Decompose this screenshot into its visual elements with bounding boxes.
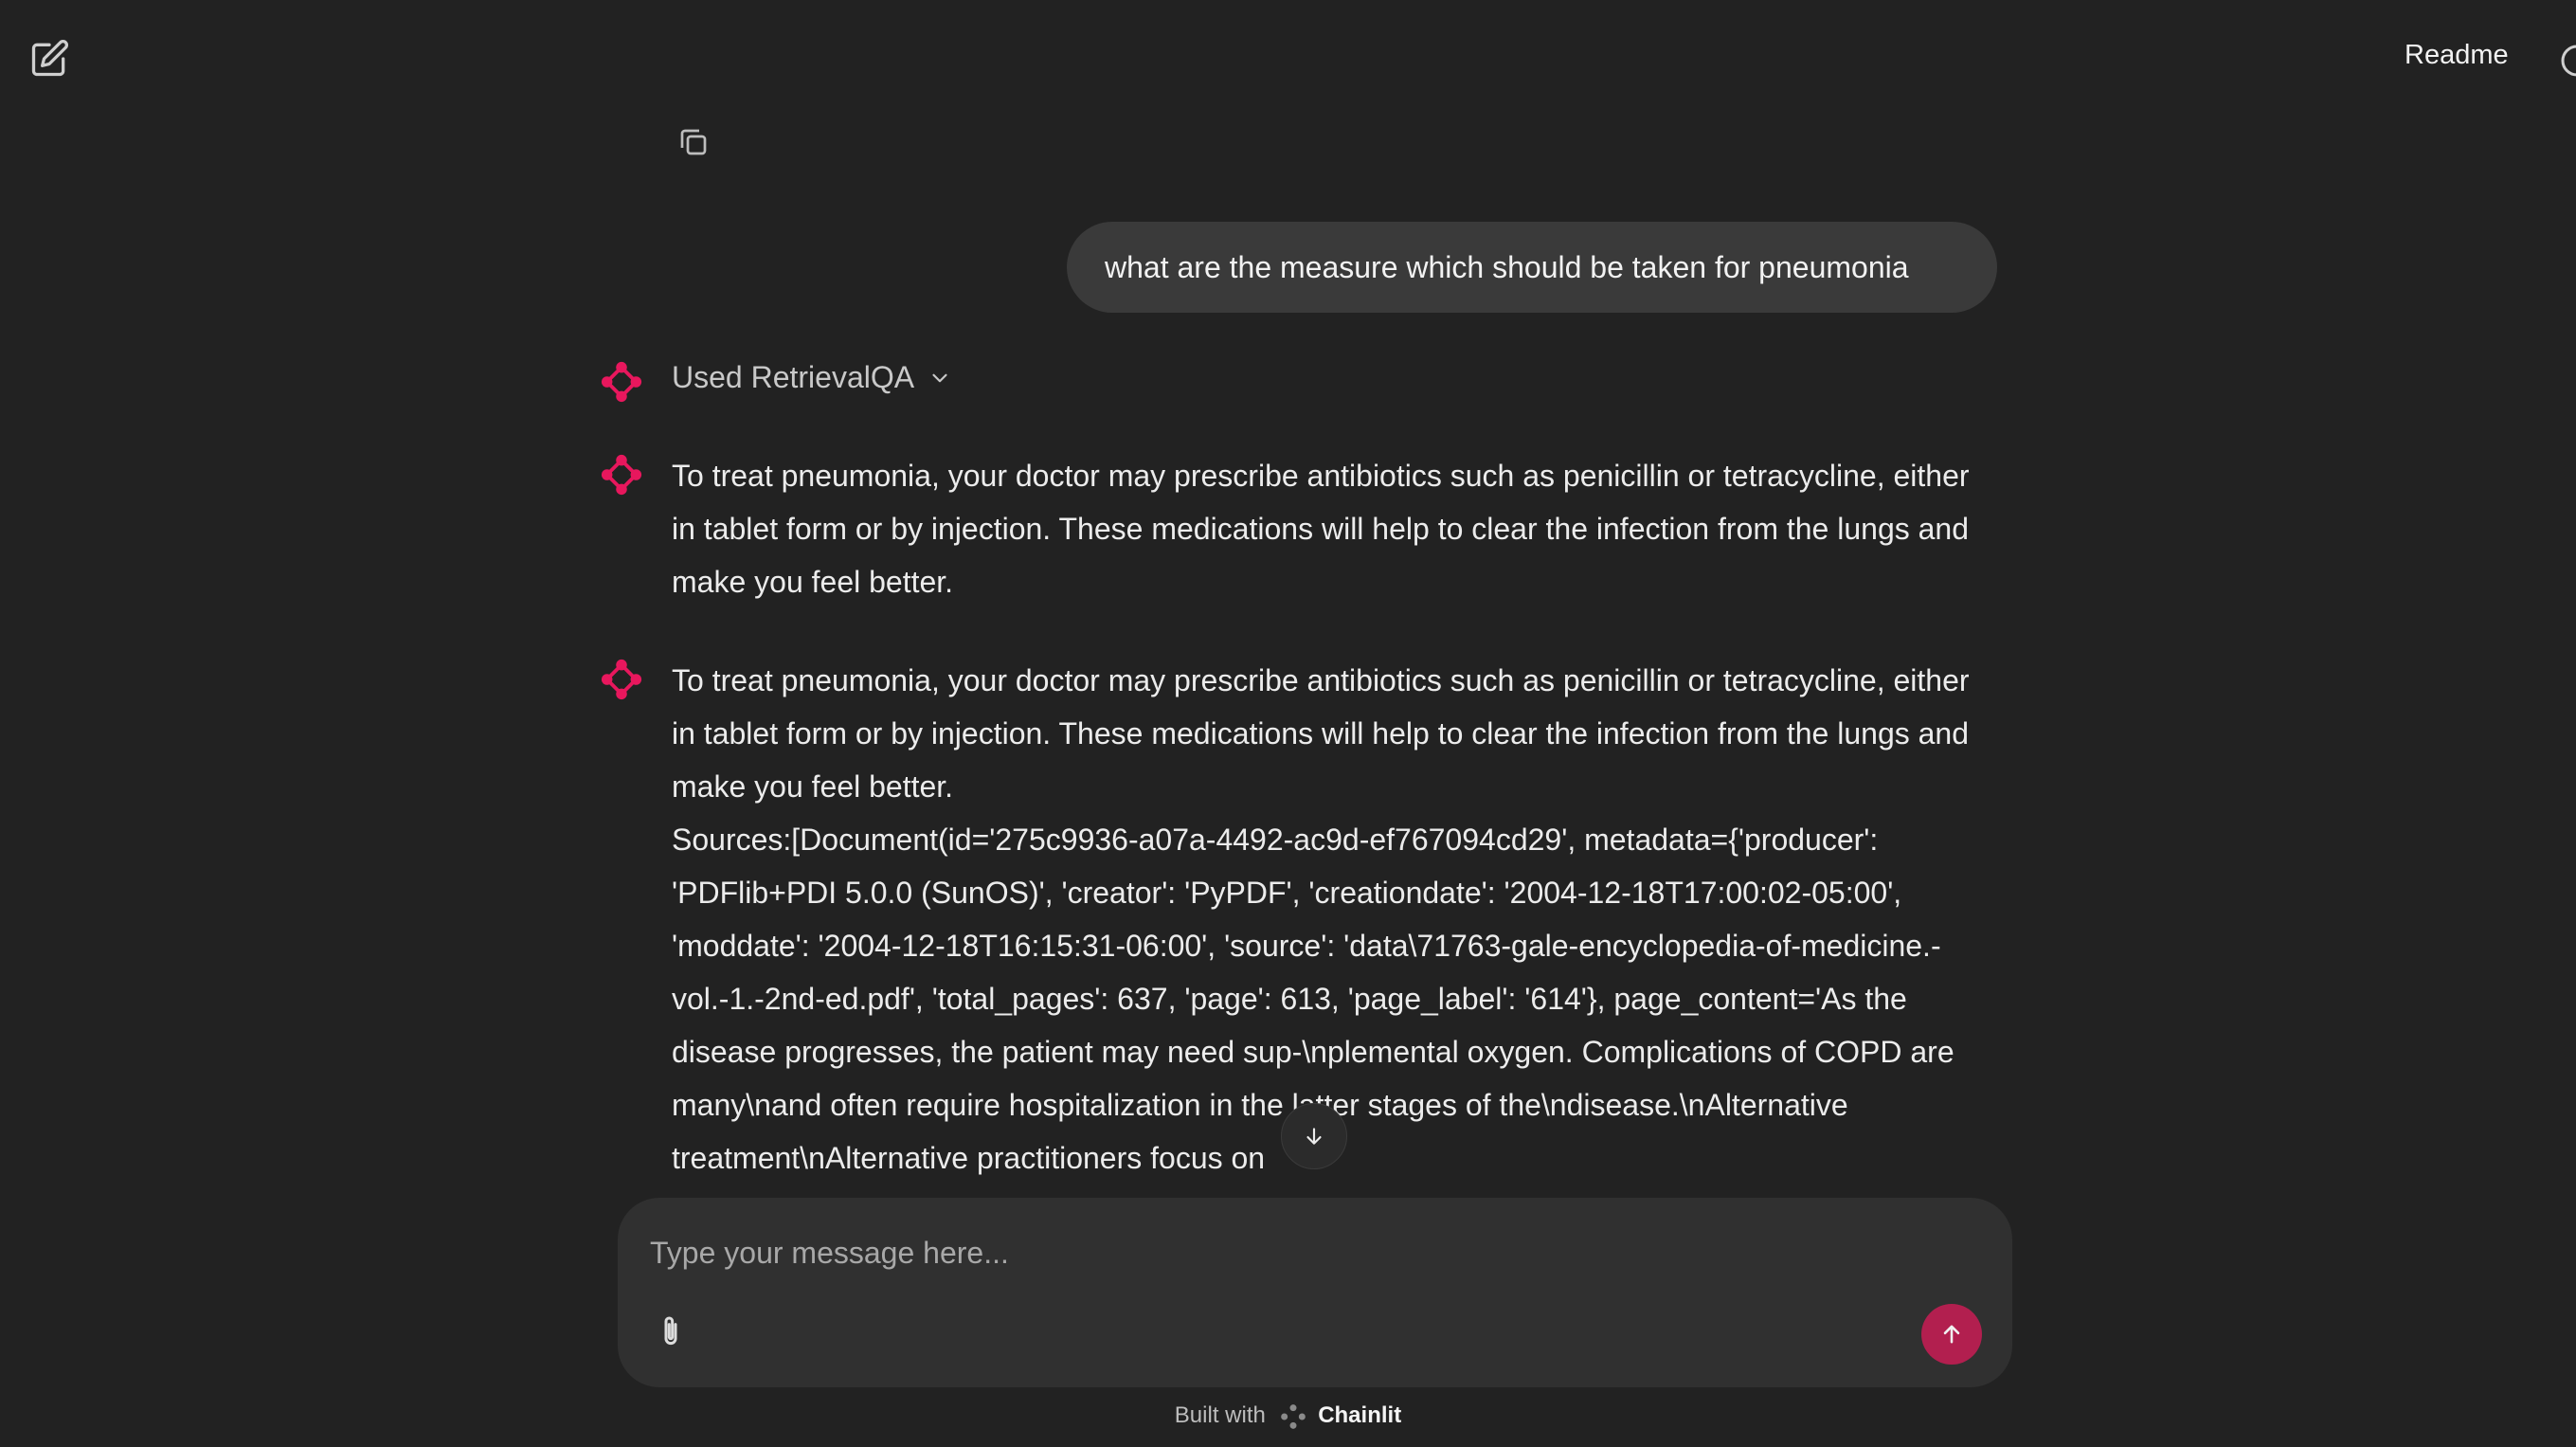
assistant-avatar-icon: [601, 361, 642, 403]
edit-icon: [31, 40, 68, 77]
step-label: Used RetrievalQA: [672, 360, 915, 394]
user-message: what are the measure which should be tak…: [1067, 222, 1997, 313]
theme-toggle-icon: [2561, 45, 2576, 77]
chevron-down-icon: [932, 373, 947, 382]
chainlit-logo-icon: [1280, 1403, 1306, 1429]
copy-icon: [680, 129, 707, 155]
footer-prefix: Built with: [1174, 1402, 1266, 1428]
assistant-message-with-sources: To treat pneumonia, your doctor may pres…: [672, 663, 1970, 1175]
assistant-avatar-icon: [601, 454, 642, 496]
arrow-up-icon: [1943, 1325, 1960, 1344]
paperclip-icon: [664, 1316, 677, 1346]
message-input[interactable]: [648, 1219, 1978, 1287]
copy-button[interactable]: [676, 125, 714, 163]
scroll-to-bottom-button[interactable]: [1281, 1103, 1347, 1169]
readme-button[interactable]: Readme: [2405, 40, 2509, 71]
chainlit-brand-link[interactable]: Chainlit: [1318, 1402, 1401, 1428]
assistant-avatar-icon: [601, 659, 642, 700]
message-composer: [618, 1198, 2012, 1387]
footer: Built with Chainlit: [0, 1402, 2576, 1430]
attach-file-button[interactable]: [652, 1310, 694, 1357]
assistant-message: To treat pneumonia, your doctor may pres…: [672, 459, 1978, 599]
retrievalqa-step-toggle[interactable]: Used RetrievalQA: [672, 360, 952, 395]
new-chat-button[interactable]: [28, 38, 70, 80]
arrow-down-icon: [1306, 1128, 1322, 1145]
top-bar: Readme: [0, 0, 2576, 114]
theme-toggle-button[interactable]: [2558, 42, 2576, 80]
send-button[interactable]: [1921, 1304, 1982, 1365]
